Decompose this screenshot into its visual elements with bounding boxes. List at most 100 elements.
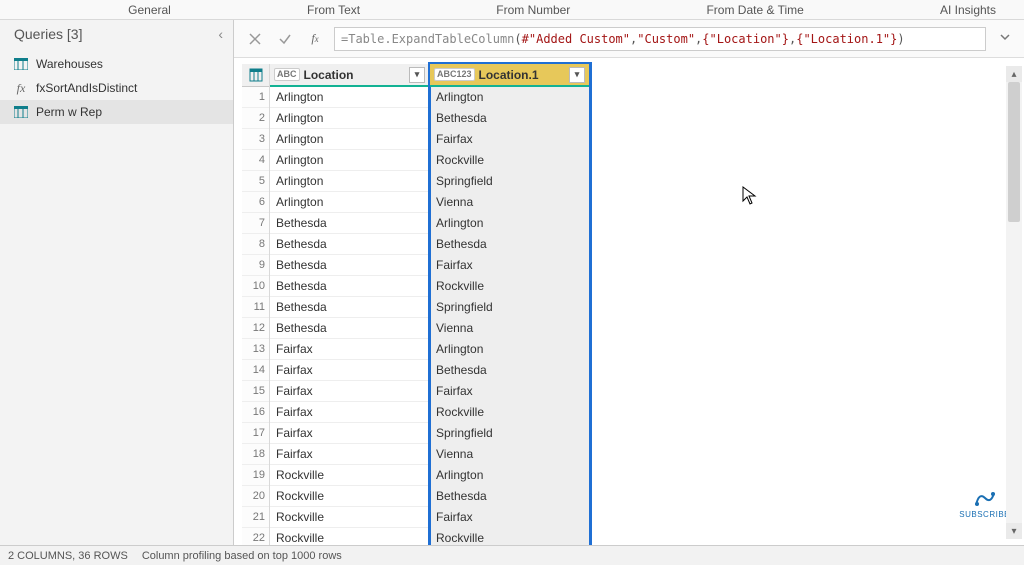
cell[interactable]: Fairfax — [270, 360, 429, 381]
column-filter-icon[interactable]: ▾ — [569, 67, 585, 83]
fx-icon[interactable]: fx — [304, 28, 326, 50]
cell[interactable]: Bethesda — [270, 213, 429, 234]
cell[interactable]: Bethesda — [430, 234, 589, 255]
query-label: Perm w Rep — [36, 105, 102, 119]
queries-title: Queries [3] — [14, 26, 82, 42]
column-type-icon[interactable]: ABC — [274, 68, 300, 81]
cell[interactable]: Rockville — [430, 276, 589, 297]
column-header[interactable]: ABCLocation▾ — [270, 64, 429, 87]
cell[interactable]: Rockville — [270, 486, 429, 507]
row-number[interactable]: 19 — [242, 465, 269, 486]
query-item-2[interactable]: Perm w Rep — [0, 100, 233, 124]
cell[interactable]: Bethesda — [270, 297, 429, 318]
cell[interactable]: Fairfax — [430, 381, 589, 402]
cell[interactable]: Rockville — [430, 150, 589, 171]
cell[interactable]: Fairfax — [430, 129, 589, 150]
row-number[interactable]: 6 — [242, 192, 269, 213]
cell[interactable]: Rockville — [430, 528, 589, 545]
row-number[interactable]: 5 — [242, 171, 269, 192]
query-item-0[interactable]: Warehouses — [0, 52, 233, 76]
collapse-queries-icon[interactable]: ‹ — [218, 26, 223, 42]
row-number[interactable]: 21 — [242, 507, 269, 528]
cell[interactable]: Vienna — [430, 318, 589, 339]
column-header[interactable]: ABC123Location.1▾ — [430, 64, 589, 87]
cell[interactable]: Bethesda — [430, 108, 589, 129]
row-number[interactable]: 9 — [242, 255, 269, 276]
cell[interactable]: Fairfax — [270, 444, 429, 465]
query-label: fxSortAndIsDistinct — [36, 81, 137, 95]
cell[interactable]: Rockville — [270, 528, 429, 545]
ribbon-tab-from-number[interactable]: From Number — [488, 3, 578, 17]
subscribe-label: SUBSCRIBE — [959, 510, 1010, 519]
table-icon — [14, 106, 28, 118]
cell[interactable]: Fairfax — [270, 381, 429, 402]
row-number[interactable]: 17 — [242, 423, 269, 444]
function-icon: fx — [14, 81, 28, 96]
cell[interactable]: Arlington — [270, 87, 429, 108]
cell[interactable]: Bethesda — [270, 318, 429, 339]
table-menu-button[interactable] — [242, 64, 269, 87]
cell[interactable]: Bethesda — [270, 255, 429, 276]
cell[interactable]: Arlington — [430, 339, 589, 360]
row-number[interactable]: 2 — [242, 108, 269, 129]
cell[interactable]: Arlington — [430, 213, 589, 234]
ribbon-tab-ai-insights[interactable]: AI Insights — [932, 3, 1004, 17]
row-number[interactable]: 18 — [242, 444, 269, 465]
cell[interactable]: Arlington — [270, 192, 429, 213]
row-number[interactable]: 16 — [242, 402, 269, 423]
row-number[interactable]: 14 — [242, 360, 269, 381]
row-number[interactable]: 7 — [242, 213, 269, 234]
cell[interactable]: Springfield — [430, 423, 589, 444]
row-number[interactable]: 1 — [242, 87, 269, 108]
cell[interactable]: Springfield — [430, 171, 589, 192]
status-bar: 2 COLUMNS, 36 ROWS Column profiling base… — [0, 545, 1024, 565]
cell[interactable]: Springfield — [430, 297, 589, 318]
cell[interactable]: Arlington — [270, 108, 429, 129]
cell[interactable]: Bethesda — [270, 234, 429, 255]
cell[interactable]: Fairfax — [430, 507, 589, 528]
formula-bar: fx = Table.ExpandTableColumn(#"Added Cus… — [234, 20, 1024, 58]
row-number[interactable]: 4 — [242, 150, 269, 171]
cell[interactable]: Fairfax — [270, 423, 429, 444]
column-type-icon[interactable]: ABC123 — [434, 68, 475, 81]
row-number[interactable]: 11 — [242, 297, 269, 318]
vertical-scrollbar[interactable]: ▴ ▾ — [1006, 66, 1022, 539]
ribbon-tab-from-datetime[interactable]: From Date & Time — [698, 3, 811, 17]
cell[interactable]: Bethesda — [430, 360, 589, 381]
subscribe-badge[interactable]: SUBSCRIBE — [959, 490, 1010, 519]
cell[interactable]: Arlington — [430, 87, 589, 108]
row-number[interactable]: 20 — [242, 486, 269, 507]
cell[interactable]: Rockville — [270, 507, 429, 528]
scroll-thumb[interactable] — [1008, 82, 1020, 222]
query-item-1[interactable]: fx fxSortAndIsDistinct — [0, 76, 233, 100]
column-filter-icon[interactable]: ▾ — [409, 67, 425, 83]
row-number[interactable]: 22 — [242, 528, 269, 545]
expand-formula-icon[interactable] — [994, 31, 1016, 46]
row-number[interactable]: 3 — [242, 129, 269, 150]
ribbon-tab-general[interactable]: General — [120, 3, 179, 17]
cell[interactable]: Fairfax — [270, 339, 429, 360]
row-number[interactable]: 8 — [242, 234, 269, 255]
cell[interactable]: Arlington — [270, 150, 429, 171]
cell[interactable]: Vienna — [430, 192, 589, 213]
cell[interactable]: Arlington — [430, 465, 589, 486]
formula-input[interactable]: = Table.ExpandTableColumn(#"Added Custom… — [334, 27, 986, 51]
cell[interactable]: Arlington — [270, 171, 429, 192]
ribbon-tab-from-text[interactable]: From Text — [299, 3, 368, 17]
cell[interactable]: Rockville — [270, 465, 429, 486]
cell[interactable]: Bethesda — [430, 486, 589, 507]
row-number[interactable]: 12 — [242, 318, 269, 339]
cell[interactable]: Bethesda — [270, 276, 429, 297]
row-number[interactable]: 15 — [242, 381, 269, 402]
row-number[interactable]: 10 — [242, 276, 269, 297]
cancel-formula-button[interactable] — [244, 28, 266, 50]
cell[interactable]: Arlington — [270, 129, 429, 150]
cell[interactable]: Fairfax — [430, 255, 589, 276]
scroll-up-icon[interactable]: ▴ — [1006, 66, 1022, 82]
cell[interactable]: Fairfax — [270, 402, 429, 423]
accept-formula-button[interactable] — [274, 28, 296, 50]
row-number[interactable]: 13 — [242, 339, 269, 360]
scroll-down-icon[interactable]: ▾ — [1006, 523, 1022, 539]
cell[interactable]: Rockville — [430, 402, 589, 423]
cell[interactable]: Vienna — [430, 444, 589, 465]
